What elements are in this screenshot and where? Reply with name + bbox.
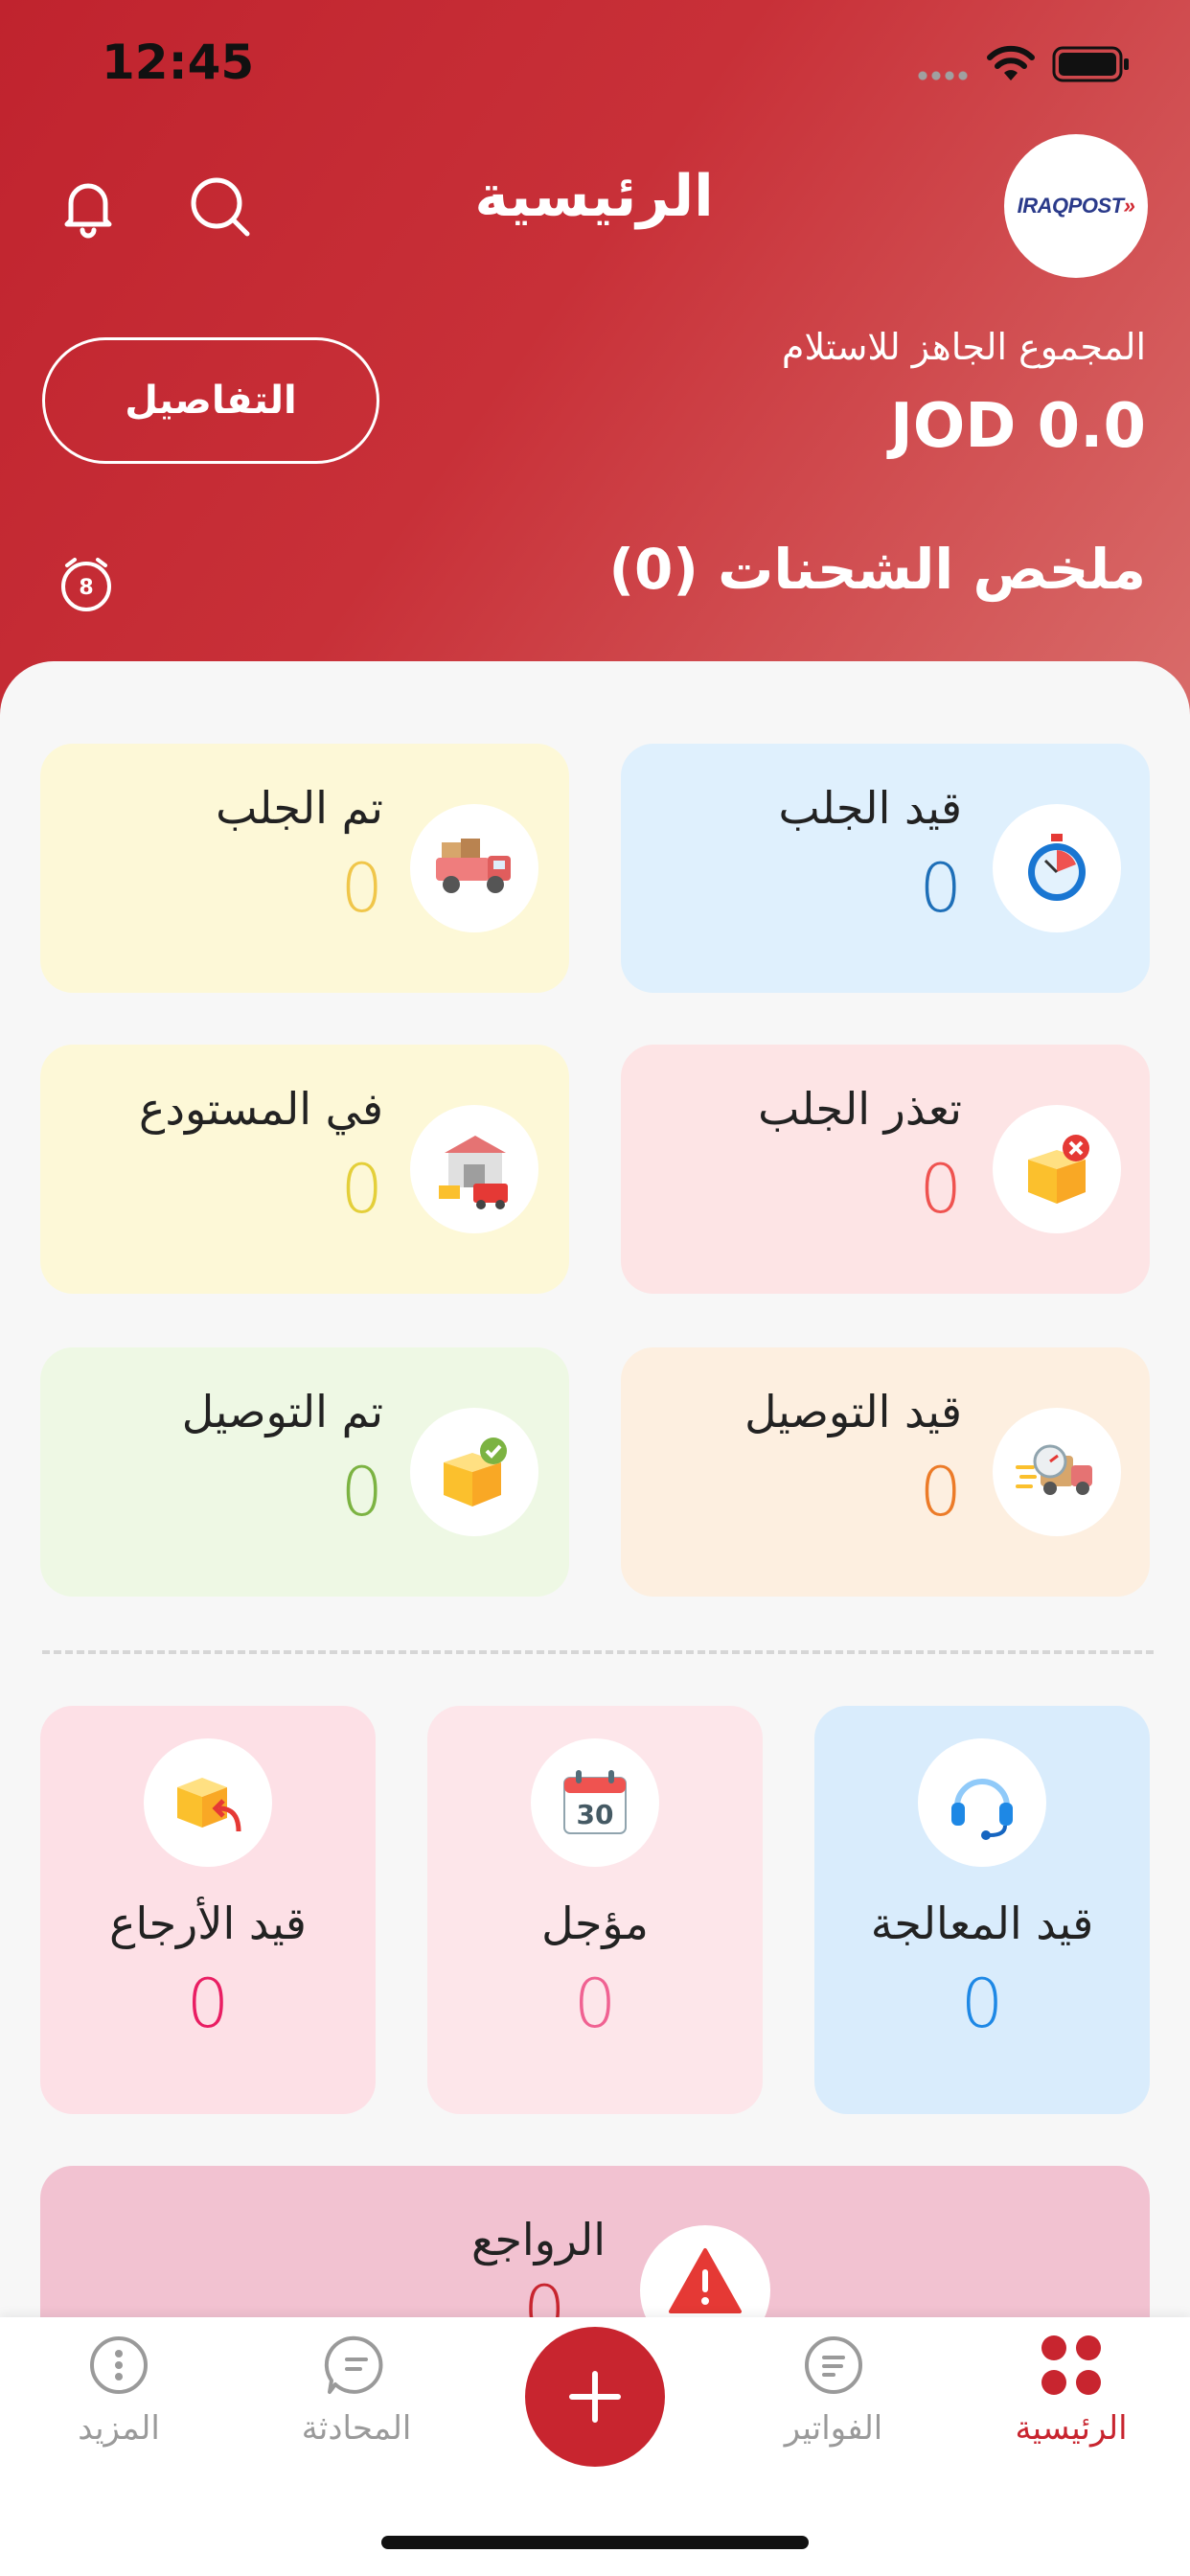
card-label: تم التوصيل: [181, 1386, 383, 1438]
bell-icon[interactable]: [50, 169, 126, 245]
card-icon-circle: [410, 1408, 538, 1536]
iraqpost-logo: IRAQPOST»: [1004, 134, 1148, 278]
card-count: 0: [340, 849, 383, 928]
card-icon-circle: 30: [531, 1738, 659, 1867]
card-label: قيد الأرجاع: [109, 1898, 307, 1949]
pickup-truck-icon: [436, 839, 511, 893]
add-shipment-button[interactable]: [525, 2327, 665, 2467]
card-icon-circle: [918, 1738, 1046, 1867]
card-icon-circle: [993, 1105, 1121, 1233]
tab-label: الرئيسية: [1015, 2409, 1128, 2448]
card-returning[interactable]: قيد الأرجاع 0: [40, 1706, 376, 2114]
home-indicator: [381, 2536, 809, 2549]
card-pickup-pending[interactable]: قيد الجلب 0: [621, 744, 1150, 993]
card-count: 0: [919, 1150, 962, 1229]
tab-label: المحادثة: [301, 2409, 412, 2448]
summary-title: ملخص الشحنات (0): [608, 537, 1147, 602]
tab-home[interactable]: الرئيسية: [975, 2331, 1167, 2448]
card-label: تعذر الجلب: [758, 1083, 962, 1135]
tab-invoices[interactable]: الفواتير: [738, 2331, 929, 2448]
card-delivery-pending[interactable]: قيد التوصيل 0: [621, 1347, 1150, 1597]
status-time: 12:45: [102, 34, 255, 90]
card-label: قيد المعالجة: [870, 1898, 1094, 1949]
invoice-icon: [805, 2336, 862, 2394]
logo-arrows-icon: »: [1123, 194, 1135, 218]
total-label: المجموع الجاهز للاستلام: [781, 326, 1146, 368]
battery-icon: [1052, 46, 1129, 82]
page-title: الرئيسية: [474, 163, 714, 230]
card-picked-up[interactable]: تم الجلب 0: [40, 744, 569, 993]
card-icon-circle: [144, 1738, 272, 1867]
tab-chat[interactable]: المحادثة: [261, 2331, 452, 2448]
stopwatch-icon: [1028, 834, 1086, 901]
card-label: في المستودع: [139, 1083, 383, 1135]
wifi-icon: [987, 45, 1035, 80]
total-value: JOD 0.0: [890, 391, 1146, 462]
search-icon[interactable]: [182, 169, 259, 245]
card-count: 0: [186, 1965, 230, 2043]
headset-icon: [951, 1779, 1013, 1840]
warehouse-icon: [439, 1136, 508, 1209]
card-count: 0: [573, 1965, 617, 2043]
tab-label: الفواتير: [784, 2409, 883, 2448]
card-in-warehouse[interactable]: في المستودع 0: [40, 1045, 569, 1294]
box-check-icon: [444, 1438, 507, 1506]
card-icon-circle: [993, 1408, 1121, 1536]
card-label: قيد التوصيل: [744, 1386, 962, 1438]
signal-icon: [916, 71, 970, 80]
box-error-icon: [1028, 1135, 1089, 1204]
card-pickup-failed[interactable]: تعذر الجلب 0: [621, 1045, 1150, 1294]
card-label: تم الجلب: [216, 782, 383, 834]
plus-icon: [569, 2371, 621, 2423]
card-count: 0: [960, 1965, 1004, 2043]
card-icon-circle: [410, 1105, 538, 1233]
card-count: 0: [919, 849, 962, 928]
card-icon-circle: [993, 804, 1121, 932]
return-box-icon: [177, 1778, 241, 1832]
card-count: 0: [919, 1453, 962, 1531]
card-label: الرواجع: [471, 2214, 606, 2266]
calendar-icon: 30: [563, 1770, 627, 1834]
section-divider: [42, 1650, 1154, 1654]
details-button[interactable]: التفاصيل: [42, 337, 379, 464]
card-label: قيد الجلب: [778, 782, 962, 834]
alarm-calendar-number: 8: [79, 576, 93, 600]
card-postponed[interactable]: 30 مؤجل 0: [427, 1706, 763, 2114]
card-delivered[interactable]: تم التوصيل 0: [40, 1347, 569, 1597]
delivery-truck-icon: [1016, 1444, 1092, 1495]
alarm-calendar-icon[interactable]: 8: [56, 552, 117, 613]
tab-more[interactable]: المزيد: [23, 2331, 215, 2448]
tab-label: المزيد: [78, 2409, 160, 2448]
logo-text: IRAQPOST: [1017, 194, 1124, 218]
card-label: مؤجل: [541, 1898, 649, 1949]
home-grid-icon: [1041, 2335, 1101, 2395]
calendar-day: 30: [577, 1799, 614, 1830]
card-processing[interactable]: قيد المعالجة 0: [814, 1706, 1150, 2114]
card-count: 0: [340, 1453, 383, 1531]
card-count: 0: [340, 1150, 383, 1229]
chat-icon: [324, 2335, 383, 2394]
card-icon-circle: [410, 804, 538, 932]
more-icon: [90, 2336, 148, 2394]
warning-icon: [669, 2248, 742, 2313]
